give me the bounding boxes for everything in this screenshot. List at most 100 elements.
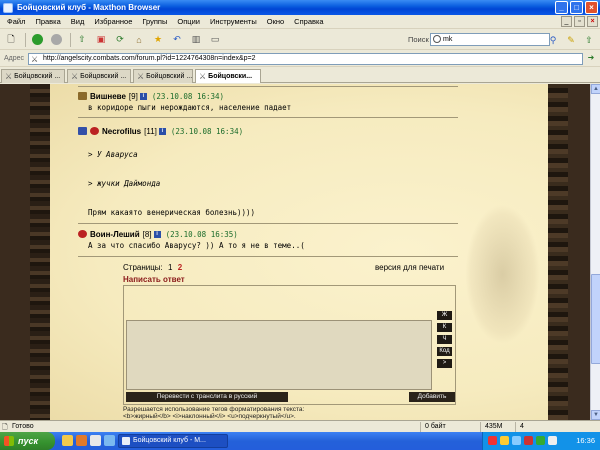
maximize-button[interactable]: □	[570, 1, 583, 14]
print-version-link[interactable]: версия для печати	[375, 263, 444, 272]
post-level: [9]	[128, 91, 138, 101]
clock: 16:36	[576, 436, 595, 445]
tabs-bar: ⚔ Бойцовский ... ⚔ Бойцовский ... ⚔ Бойцовс…	[0, 67, 600, 83]
post-date: (23.10.08 16:35)	[165, 229, 238, 239]
tab-swords-icon: ⚔	[5, 72, 13, 81]
site-favicon-icon: ⚔	[31, 55, 39, 64]
address-input[interactable]: ⚔ http://angelscity.combats.com/forum.pl…	[28, 53, 583, 65]
home-icon[interactable]: ⌂	[131, 33, 147, 47]
menu-file[interactable]: Файл	[2, 17, 30, 26]
left-torn-edge	[30, 84, 50, 420]
tab-1[interactable]: ⚔ Бойцовский ...	[1, 69, 65, 83]
user-info-icon[interactable]: i	[158, 127, 166, 135]
refresh-icon[interactable]: ⟳	[112, 33, 128, 47]
quick-launch	[62, 435, 115, 446]
start-button[interactable]: пуск	[0, 432, 55, 450]
tray-icon[interactable]	[488, 436, 497, 445]
menu-options[interactable]: Опции	[172, 17, 205, 26]
close-button[interactable]: ×	[585, 1, 598, 14]
status-count: 4	[515, 421, 535, 432]
menu-view[interactable]: Вид	[66, 17, 90, 26]
post-divider	[78, 256, 458, 257]
page-viewport: Вишневе [9] i (23.10.08 16:34) в коридор…	[0, 84, 590, 420]
quote-button[interactable]: >	[437, 359, 452, 368]
alignment-icon	[78, 230, 87, 238]
window-title: Бойцовский клуб - Maxthon Browser	[17, 3, 161, 12]
post-text: Прям какаято венерическая болезнь))))	[88, 208, 256, 217]
address-go-icon[interactable]: ➜	[585, 53, 597, 65]
forward-icon[interactable]	[48, 33, 64, 47]
post-author[interactable]: Necrofilus	[102, 127, 141, 136]
tray-icon[interactable]	[536, 436, 545, 445]
tab-swords-icon: ⚔	[71, 72, 79, 81]
tags-note-line-1: Разрешается использование тегов форматир…	[123, 406, 305, 413]
taskbar-window-item[interactable]: Бойцовский клуб - M...	[118, 434, 228, 448]
add-reply-button[interactable]: Добавить	[409, 392, 455, 402]
windows-flag-icon	[4, 436, 14, 446]
tray-icon[interactable]	[524, 436, 533, 445]
up-icon[interactable]: ⇧	[74, 33, 90, 47]
volume-icon[interactable]	[548, 436, 557, 445]
tab-restore-button[interactable]: ▫	[574, 16, 585, 27]
tab-minimize-button[interactable]: _	[561, 16, 572, 27]
menu-bar: Файл Правка Вид Избранное Группы Опции И…	[0, 15, 600, 29]
tab-2[interactable]: ⚔ Бойцовский ...	[67, 69, 131, 83]
messenger-icon-2[interactable]	[76, 435, 87, 446]
post-author[interactable]: Воин-Леший	[90, 230, 140, 239]
search-up-icon[interactable]: ⇧	[582, 33, 596, 47]
code-button[interactable]: Код	[437, 347, 452, 356]
tray-icon[interactable]	[500, 436, 509, 445]
status-text: Готово	[12, 423, 34, 430]
search-input[interactable]: mk	[430, 33, 550, 46]
search-go-icon[interactable]: ⚲	[546, 33, 560, 47]
messenger-icon[interactable]	[62, 435, 73, 446]
menu-edit[interactable]: Правка	[30, 17, 65, 26]
user-info-icon[interactable]: i	[139, 92, 147, 100]
page-scrollbar[interactable]: ▲ ▼	[590, 84, 600, 420]
clan-badge-icon	[78, 127, 87, 135]
search-value: mk	[443, 36, 453, 43]
menu-window[interactable]: Окно	[262, 17, 289, 26]
new-page-icon[interactable]: 🗋	[3, 33, 19, 47]
tab-close-button[interactable]: ×	[587, 16, 598, 27]
highlight-icon[interactable]: ✎	[564, 33, 578, 47]
menu-favorites[interactable]: Избранное	[89, 17, 137, 26]
page-current-2: 2	[177, 263, 183, 272]
tags-note-line-2: <b>жирный</b> <i>наклонный</i> <u>подчер…	[123, 413, 296, 420]
quote-line: > У Аваруса	[88, 150, 138, 159]
desktop-icon[interactable]	[104, 435, 115, 446]
post-author[interactable]: Вишневе	[90, 92, 126, 101]
title-bar: Бойцовский клуб - Maxthon Browser _ □ ×	[0, 0, 600, 15]
view-icon[interactable]: ▥	[188, 33, 204, 47]
stop-icon[interactable]: ▣	[93, 33, 109, 47]
bold-button[interactable]: Ж	[437, 311, 452, 320]
back-icon[interactable]	[29, 33, 45, 47]
undo-icon[interactable]: ↶	[169, 33, 185, 47]
tab-swords-icon: ⚔	[199, 72, 207, 81]
monitor-icon[interactable]: ▭	[207, 33, 223, 47]
tray-icon[interactable]	[512, 436, 521, 445]
post-level: [8]	[142, 229, 152, 239]
address-url: http://angelscity.combats.com/forum.pl?i…	[43, 55, 256, 62]
underline-button[interactable]: Ч	[437, 335, 452, 344]
tab-4-active[interactable]: ⚔ Бойцовски...	[195, 69, 261, 83]
taskbar: пуск Бойцовский клуб - M... 16:36	[0, 432, 600, 450]
scroll-thumb[interactable]	[591, 274, 600, 364]
search-label: Поиск	[408, 35, 429, 44]
app-icon	[3, 2, 13, 13]
reply-textarea[interactable]	[126, 320, 432, 390]
user-info-icon[interactable]: i	[153, 230, 161, 238]
italic-button[interactable]: К	[437, 323, 452, 332]
minimize-button[interactable]: _	[555, 1, 568, 14]
browser-icon[interactable]	[90, 435, 101, 446]
page-link-1[interactable]: 1	[168, 263, 172, 272]
scroll-down-icon[interactable]: ▼	[591, 410, 600, 420]
menu-groups[interactable]: Группы	[137, 17, 172, 26]
menu-tools[interactable]: Инструменты	[205, 17, 262, 26]
tags-note: Разрешается использование тегов форматир…	[123, 406, 304, 420]
scroll-up-icon[interactable]: ▲	[591, 84, 600, 94]
menu-help[interactable]: Справка	[289, 17, 328, 26]
favorites-star-icon[interactable]: ★	[150, 33, 166, 47]
translit-button[interactable]: Перевести с транслита в русский	[126, 392, 288, 402]
tab-3[interactable]: ⚔ Бойцовский ...	[133, 69, 193, 83]
